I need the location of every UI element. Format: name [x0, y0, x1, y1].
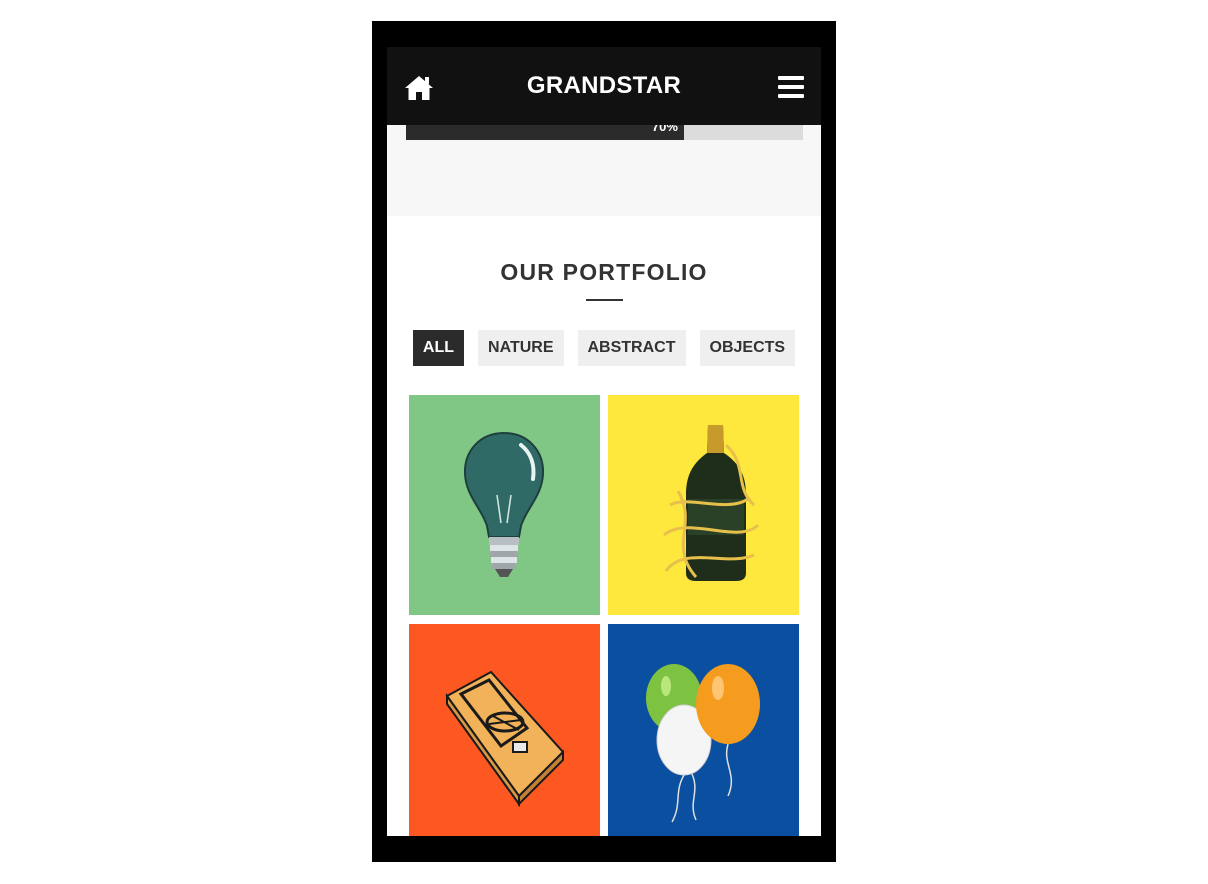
balloons-icon: [646, 664, 760, 823]
top-navbar: GRANDSTAR: [387, 47, 821, 125]
portfolio-item-balloons[interactable]: [608, 624, 799, 836]
mouse-trap-icon: [445, 670, 565, 808]
section-title: OUR PORTFOLIO: [500, 259, 708, 285]
filter-nature[interactable]: NATURE: [478, 330, 564, 366]
brand-title[interactable]: GRANDSTAR: [387, 72, 821, 100]
hamburger-menu-icon[interactable]: [778, 76, 804, 100]
portfolio-item-champagne[interactable]: [608, 395, 799, 615]
light-bulb-icon: [463, 431, 545, 577]
title-divider: [586, 299, 623, 301]
filter-abstract[interactable]: ABSTRACT: [577, 330, 686, 366]
champagne-bottle-icon: [663, 425, 760, 581]
portfolio-item-mouse-trap[interactable]: [409, 624, 600, 836]
progress-bar: 70%: [406, 119, 803, 140]
portfolio-filters: ALL NATURE ABSTRACT OBJECTS: [387, 330, 821, 366]
skills-section: 70%: [387, 119, 821, 216]
portfolio-item-light-bulb[interactable]: [409, 395, 600, 615]
phone-screen: GRANDSTAR 70% OUR PORTFOLIO ALL NATURE ABS…: [387, 47, 821, 836]
phone-frame: GRANDSTAR 70% OUR PORTFOLIO ALL NATURE ABS…: [372, 21, 836, 862]
progress-bar-fill: 70%: [406, 119, 684, 140]
filter-objects[interactable]: OBJECTS: [699, 330, 796, 366]
filter-all[interactable]: ALL: [412, 330, 465, 366]
